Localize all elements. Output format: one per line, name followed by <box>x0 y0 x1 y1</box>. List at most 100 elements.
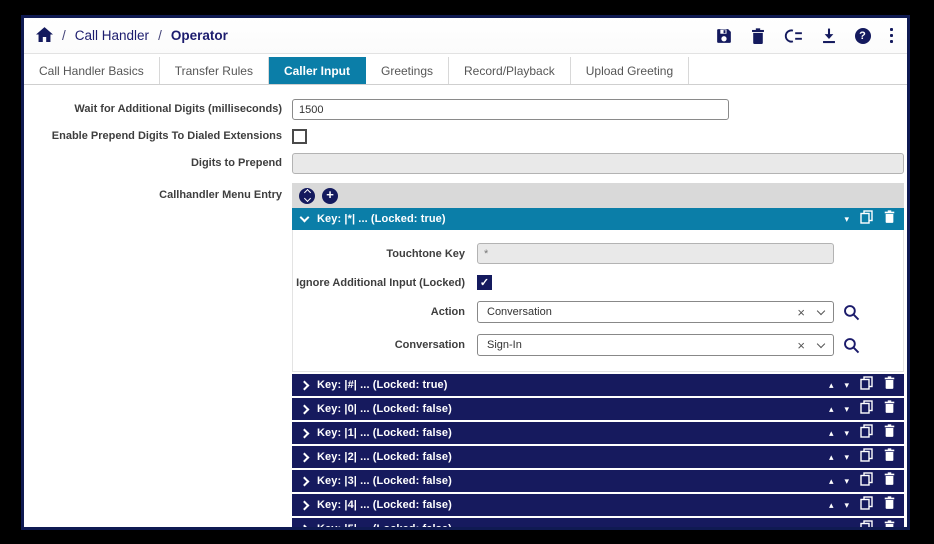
download-icon[interactable] <box>822 28 836 44</box>
expand-icon[interactable] <box>299 476 310 486</box>
clear-icon[interactable]: × <box>797 306 805 319</box>
move-down-icon[interactable]: ▾ <box>844 524 849 527</box>
call-events-icon[interactable] <box>784 28 803 43</box>
chevron-down-icon[interactable] <box>816 306 826 315</box>
help-icon[interactable]: ? <box>854 27 871 44</box>
move-up-icon[interactable]: ▴ <box>829 452 834 462</box>
move-down-icon[interactable]: ▾ <box>844 404 849 414</box>
move-down-icon[interactable]: ▾ <box>844 476 849 486</box>
move-up-icon[interactable]: ▴ <box>829 404 834 414</box>
menu-entry-toolbar: + <box>292 183 904 208</box>
digits-to-prepend-input <box>292 153 904 174</box>
expand-icon[interactable] <box>299 380 310 390</box>
delete-icon[interactable] <box>751 27 765 44</box>
move-down-icon[interactable]: ▾ <box>844 500 849 510</box>
wait-digits-input[interactable] <box>292 99 729 120</box>
copy-icon[interactable] <box>860 471 873 491</box>
move-up-icon[interactable]: ▴ <box>829 524 834 527</box>
unfold-icon[interactable] <box>299 187 315 204</box>
tab-transfer-rules[interactable]: Transfer Rules <box>159 57 269 84</box>
top-actions: ? <box>716 27 893 44</box>
save-icon[interactable] <box>716 28 732 44</box>
menu-entry-header-3[interactable]: Key: |3| ... (Locked: false) ▴ ▾ <box>292 470 904 492</box>
tab-caller-input[interactable]: Caller Input <box>268 57 366 84</box>
touchtone-key-input <box>477 243 834 264</box>
copy-icon[interactable] <box>860 375 873 395</box>
expand-icon[interactable] <box>299 452 310 462</box>
collapsed-menu-entries: Key: |#| ... (Locked: true) ▴ ▾ Key: |0|… <box>292 374 904 527</box>
delete-icon[interactable] <box>884 520 895 527</box>
menu-entry-header-pound[interactable]: Key: |#| ... (Locked: true) ▴ ▾ <box>292 374 904 396</box>
collapse-icon[interactable] <box>299 212 310 223</box>
ignore-input-checkbox[interactable] <box>477 275 492 290</box>
breadcrumb-call-handler[interactable]: Call Handler <box>75 28 149 43</box>
enable-prepend-checkbox[interactable] <box>292 129 307 144</box>
menu-entry-header-2[interactable]: Key: |2| ... (Locked: false) ▴ ▾ <box>292 446 904 468</box>
action-combobox[interactable]: Conversation × <box>477 301 834 323</box>
copy-icon[interactable] <box>860 447 873 467</box>
enable-prepend-label: Enable Prepend Digits To Dialed Extensio… <box>51 129 282 142</box>
search-icon[interactable] <box>843 337 860 354</box>
move-up-icon[interactable]: ▴ <box>829 500 834 510</box>
top-bar: / Call Handler / Operator ? <box>24 18 907 54</box>
menu-entry-detail: Touchtone Key Ignore Additional Input (L… <box>292 230 904 372</box>
breadcrumb-separator: / <box>158 28 162 43</box>
delete-icon[interactable] <box>884 376 895 394</box>
move-up-icon[interactable]: ▴ <box>829 380 834 390</box>
expand-icon[interactable] <box>299 404 310 414</box>
conversation-label: Conversation <box>394 339 465 351</box>
action-value: Conversation <box>487 306 552 318</box>
search-icon[interactable] <box>843 304 860 321</box>
copy-icon[interactable] <box>860 423 873 443</box>
menu-entry-label: Callhandler Menu Entry <box>159 189 282 201</box>
more-icon[interactable] <box>889 27 893 44</box>
menu-entry-header-0[interactable]: Key: |0| ... (Locked: false) ▴ ▾ <box>292 398 904 420</box>
action-label: Action <box>430 306 465 318</box>
conversation-combobox[interactable]: Sign-In × <box>477 334 834 356</box>
home-icon[interactable] <box>36 26 53 45</box>
copy-icon[interactable] <box>860 209 873 229</box>
move-up-icon[interactable]: ▴ <box>829 476 834 486</box>
digits-to-prepend-label: Digits to Prepend <box>190 156 282 169</box>
expand-icon[interactable] <box>299 524 310 527</box>
move-up-icon[interactable]: ▴ <box>829 428 834 438</box>
delete-icon[interactable] <box>884 400 895 418</box>
breadcrumb-separator: / <box>62 28 66 43</box>
copy-icon[interactable] <box>860 399 873 419</box>
copy-icon[interactable] <box>860 519 873 527</box>
delete-icon[interactable] <box>884 448 895 466</box>
expand-icon[interactable] <box>299 500 310 510</box>
move-down-icon[interactable]: ▾ <box>844 452 849 462</box>
delete-icon[interactable] <box>884 472 895 490</box>
tab-record-playback[interactable]: Record/Playback <box>449 57 571 84</box>
move-down-icon[interactable]: ▾ <box>844 214 849 224</box>
delete-icon[interactable] <box>884 424 895 442</box>
delete-icon[interactable] <box>884 210 895 228</box>
wait-digits-label: Wait for Additional Digits (milliseconds… <box>74 102 282 115</box>
move-down-icon[interactable]: ▾ <box>844 380 849 390</box>
tab-greetings[interactable]: Greetings <box>365 57 450 84</box>
copy-icon[interactable] <box>860 495 873 515</box>
tab-upload-greeting[interactable]: Upload Greeting <box>570 57 690 84</box>
breadcrumb: / Call Handler / Operator <box>36 26 228 45</box>
expand-icon[interactable] <box>299 428 310 438</box>
add-icon[interactable]: + <box>322 187 338 204</box>
menu-entry-header-4[interactable]: Key: |4| ... (Locked: false) ▴ ▾ <box>292 494 904 516</box>
menu-entry-header-5[interactable]: Key: |5| ... (Locked: false) ▴ ▾ <box>292 518 904 527</box>
app-window: / Call Handler / Operator ? Call Handler… <box>21 15 910 530</box>
touchtone-key-label: Touchtone Key <box>386 247 465 260</box>
clear-icon[interactable]: × <box>797 339 805 352</box>
chevron-down-icon[interactable] <box>816 339 826 348</box>
move-down-icon[interactable]: ▾ <box>844 428 849 438</box>
tab-call-handler-basics[interactable]: Call Handler Basics <box>24 57 160 84</box>
ignore-input-label: Ignore Additional Input (Locked) <box>296 276 465 289</box>
menu-entry-header-1[interactable]: Key: |1| ... (Locked: false) ▴ ▾ <box>292 422 904 444</box>
menu-entry-title: Key: |*| ... (Locked: true) <box>317 213 446 225</box>
callhandler-menu-entry-section: + Key: |*| ... (Locked: true) ▾ Touchton… <box>292 183 904 527</box>
conversation-value: Sign-In <box>487 339 522 351</box>
menu-entry-header-star[interactable]: Key: |*| ... (Locked: true) ▾ <box>292 208 904 230</box>
delete-icon[interactable] <box>884 496 895 514</box>
breadcrumb-operator: Operator <box>170 28 228 43</box>
tab-bar: Call Handler Basics Transfer Rules Calle… <box>24 57 907 85</box>
caller-input-form: Wait for Additional Digits (milliseconds… <box>24 85 907 527</box>
